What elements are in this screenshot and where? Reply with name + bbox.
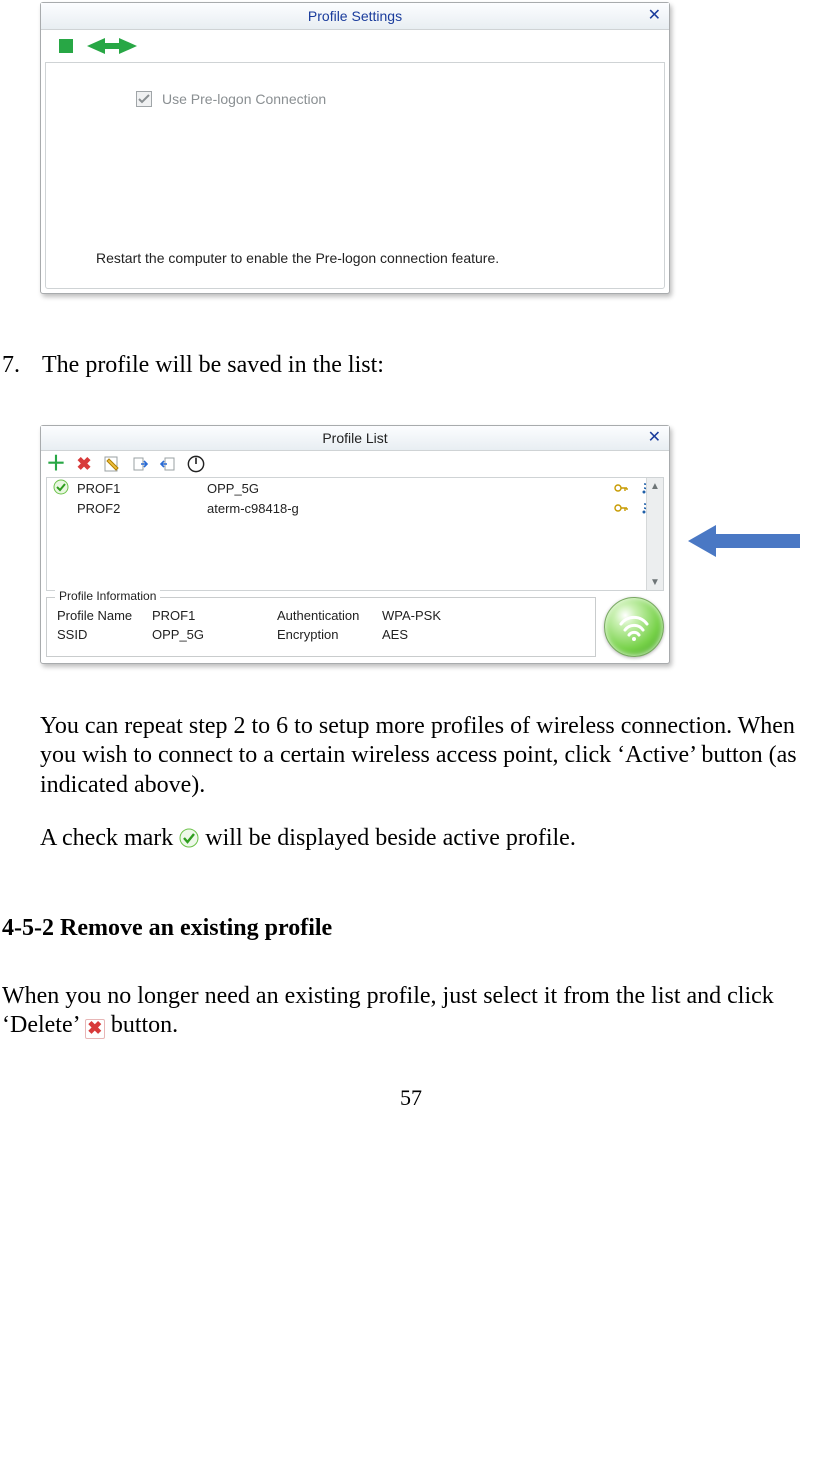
key-icon (607, 501, 635, 515)
label-encryption: Encryption (277, 627, 382, 642)
value-encryption: AES (382, 627, 585, 642)
label-authentication: Authentication (277, 608, 382, 623)
label-profile-name: Profile Name (57, 608, 152, 623)
step-text: The profile will be saved in the list: (42, 352, 822, 379)
profile-list-titlebar: Profile List ✕ (41, 426, 669, 451)
activate-icon[interactable] (187, 455, 205, 473)
value-authentication: WPA-PSK (382, 608, 585, 623)
active-check-icon (53, 479, 69, 498)
prelogon-label: Use Pre-logon Connection (162, 91, 326, 107)
body-paragraph-1: You can repeat step 2 to 6 to setup more… (40, 712, 814, 800)
back-icon[interactable] (87, 38, 105, 54)
profile-settings-body: Use Pre-logon Connection Restart the com… (45, 62, 665, 289)
step-7: 7. The profile will be saved in the list… (0, 352, 822, 379)
profile-list-title: Profile List (322, 430, 387, 446)
page-number: 57 (0, 1085, 822, 1111)
list-item[interactable]: PROF2 aterm-c98418-g (47, 498, 663, 518)
profile-settings-toolbar (41, 30, 669, 62)
scroll-up-icon[interactable]: ▲ (647, 478, 663, 494)
add-icon[interactable]: ＋ (47, 455, 65, 473)
checkmark-icon (179, 825, 205, 851)
profile-ssid: OPP_5G (207, 481, 607, 496)
key-icon (607, 481, 635, 495)
edit-icon[interactable] (103, 455, 121, 473)
body-paragraph-2: A check mark will be displayed beside ac… (40, 824, 814, 853)
section-heading: 4-5-2 Remove an existing profile (2, 915, 822, 942)
forward-icon[interactable] (119, 38, 137, 54)
profile-ssid: aterm-c98418-g (207, 501, 607, 516)
value-profile-name: PROF1 (152, 608, 277, 623)
restart-message: Restart the computer to enable the Pre-l… (96, 250, 499, 266)
export-icon[interactable] (159, 455, 177, 473)
profile-information-panel: Profile Information Profile Name PROF1 A… (46, 597, 596, 657)
callout-arrow-icon (688, 521, 800, 568)
profile-name: PROF2 (77, 501, 207, 516)
active-button[interactable] (604, 597, 664, 657)
delete-icon[interactable]: ✖ (75, 455, 93, 473)
close-icon[interactable]: ✕ (648, 5, 661, 25)
profile-settings-window: Profile Settings ✕ Use Pre-logon Connect… (40, 2, 670, 294)
prelogon-checkbox[interactable] (136, 91, 152, 107)
delete-icon: ✖ (85, 1019, 105, 1039)
stop-icon[interactable] (59, 39, 73, 53)
value-ssid: OPP_5G (152, 627, 277, 642)
section-paragraph: When you no longer need an existing prof… (2, 982, 814, 1041)
label-ssid: SSID (57, 627, 152, 642)
import-icon[interactable] (131, 455, 149, 473)
scrollbar[interactable]: ▲ ▼ (646, 478, 663, 590)
close-icon[interactable]: ✕ (648, 427, 661, 447)
profile-list-window: Profile List ✕ ＋ ✖ (40, 425, 670, 664)
profile-settings-title: Profile Settings (308, 8, 402, 24)
step-number: 7. (0, 352, 42, 379)
profile-settings-titlebar: Profile Settings ✕ (41, 3, 669, 30)
list-item[interactable]: PROF1 OPP_5G (47, 478, 663, 498)
profile-info-legend: Profile Information (55, 589, 160, 603)
scroll-down-icon[interactable]: ▼ (647, 574, 663, 590)
profile-list[interactable]: PROF1 OPP_5G PROF2 aterm-c98418-g (46, 477, 664, 591)
profile-name: PROF1 (77, 481, 207, 496)
profile-list-toolbar: ＋ ✖ (41, 451, 669, 477)
